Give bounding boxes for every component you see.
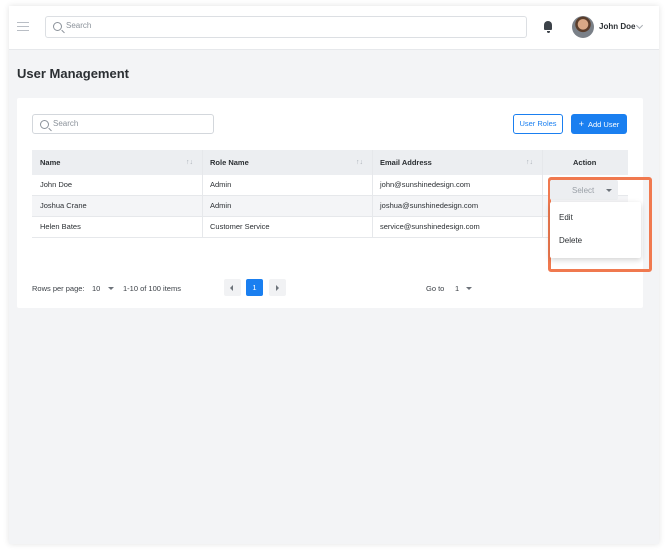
column-header-action: Action — [573, 158, 597, 167]
table-row[interactable]: Joshua Crane Admin joshua@sunshinedesign… — [32, 196, 628, 217]
menu-icon[interactable] — [17, 22, 29, 31]
table-row[interactable]: Helen Bates Customer Service service@sun… — [32, 217, 628, 238]
avatar[interactable] — [572, 16, 594, 38]
cell-email: joshua@sunshinedesign.com — [380, 201, 479, 210]
table-search-placeholder: Search — [53, 119, 79, 128]
caret-down-icon[interactable] — [466, 287, 472, 290]
add-user-label: Add User — [588, 120, 620, 129]
column-divider — [202, 150, 203, 237]
pagination-range: 1-10 of 100 items — [123, 284, 181, 293]
user-name[interactable]: John Doe — [599, 22, 635, 31]
app-window: Search John Doe User Management Search U… — [9, 6, 659, 544]
previous-page-button[interactable] — [224, 279, 241, 296]
top-header: Search John Doe — [9, 6, 659, 50]
bell-icon[interactable] — [544, 21, 552, 33]
plus-icon: + — [578, 119, 584, 129]
cell-email: john@sunshinedesign.com — [380, 180, 471, 189]
search-icon — [53, 22, 62, 31]
goto-page-select[interactable]: 1 — [455, 284, 459, 293]
column-divider — [542, 150, 543, 237]
global-search-input[interactable]: Search — [45, 16, 527, 38]
cell-role: Customer Service — [210, 222, 270, 231]
column-header-role[interactable]: Role Name — [210, 150, 249, 175]
goto-label: Go to — [426, 284, 445, 293]
global-search-placeholder: Search — [66, 21, 92, 30]
cell-role: Admin — [210, 201, 232, 210]
action-dropdown-menu: Edit Delete — [550, 202, 641, 258]
menu-item-delete[interactable]: Delete — [559, 236, 582, 245]
action-select-dropdown[interactable]: Select — [550, 180, 618, 200]
page-number-button[interactable]: 1 — [246, 279, 263, 296]
chevron-down-icon[interactable] — [635, 21, 644, 30]
rows-per-page-label: Rows per page: — [32, 284, 85, 293]
search-icon — [40, 120, 49, 129]
next-page-button[interactable] — [269, 279, 286, 296]
table-header: Name ↑↓ Role Name ↑↓ Email Address ↑↓ Ac… — [32, 150, 628, 175]
user-roles-button[interactable]: User Roles — [513, 114, 563, 134]
menu-item-edit[interactable]: Edit — [559, 213, 573, 222]
caret-down-icon[interactable] — [108, 287, 114, 290]
sort-icon[interactable]: ↑↓ — [356, 150, 363, 175]
cell-name: Helen Bates — [40, 222, 81, 231]
rows-per-page-select[interactable]: 10 — [92, 284, 100, 293]
page-title: User Management — [17, 66, 129, 81]
users-table: Name ↑↓ Role Name ↑↓ Email Address ↑↓ Ac… — [32, 150, 628, 238]
column-header-name[interactable]: Name — [40, 150, 60, 175]
cell-email: service@sunshinedesign.com — [380, 222, 480, 231]
caret-down-icon — [606, 189, 612, 192]
cell-role: Admin — [210, 180, 232, 189]
column-header-email[interactable]: Email Address — [380, 150, 432, 175]
table-row[interactable]: John Doe Admin john@sunshinedesign.com — [32, 175, 628, 196]
table-search-input[interactable]: Search — [32, 114, 214, 134]
action-select-label: Select — [572, 186, 595, 195]
column-divider — [372, 150, 373, 237]
cell-name: Joshua Crane — [40, 201, 87, 210]
sort-icon[interactable]: ↑↓ — [186, 150, 193, 175]
sort-icon[interactable]: ↑↓ — [526, 150, 533, 175]
cell-name: John Doe — [40, 180, 73, 189]
add-user-button[interactable]: + Add User — [571, 114, 627, 134]
